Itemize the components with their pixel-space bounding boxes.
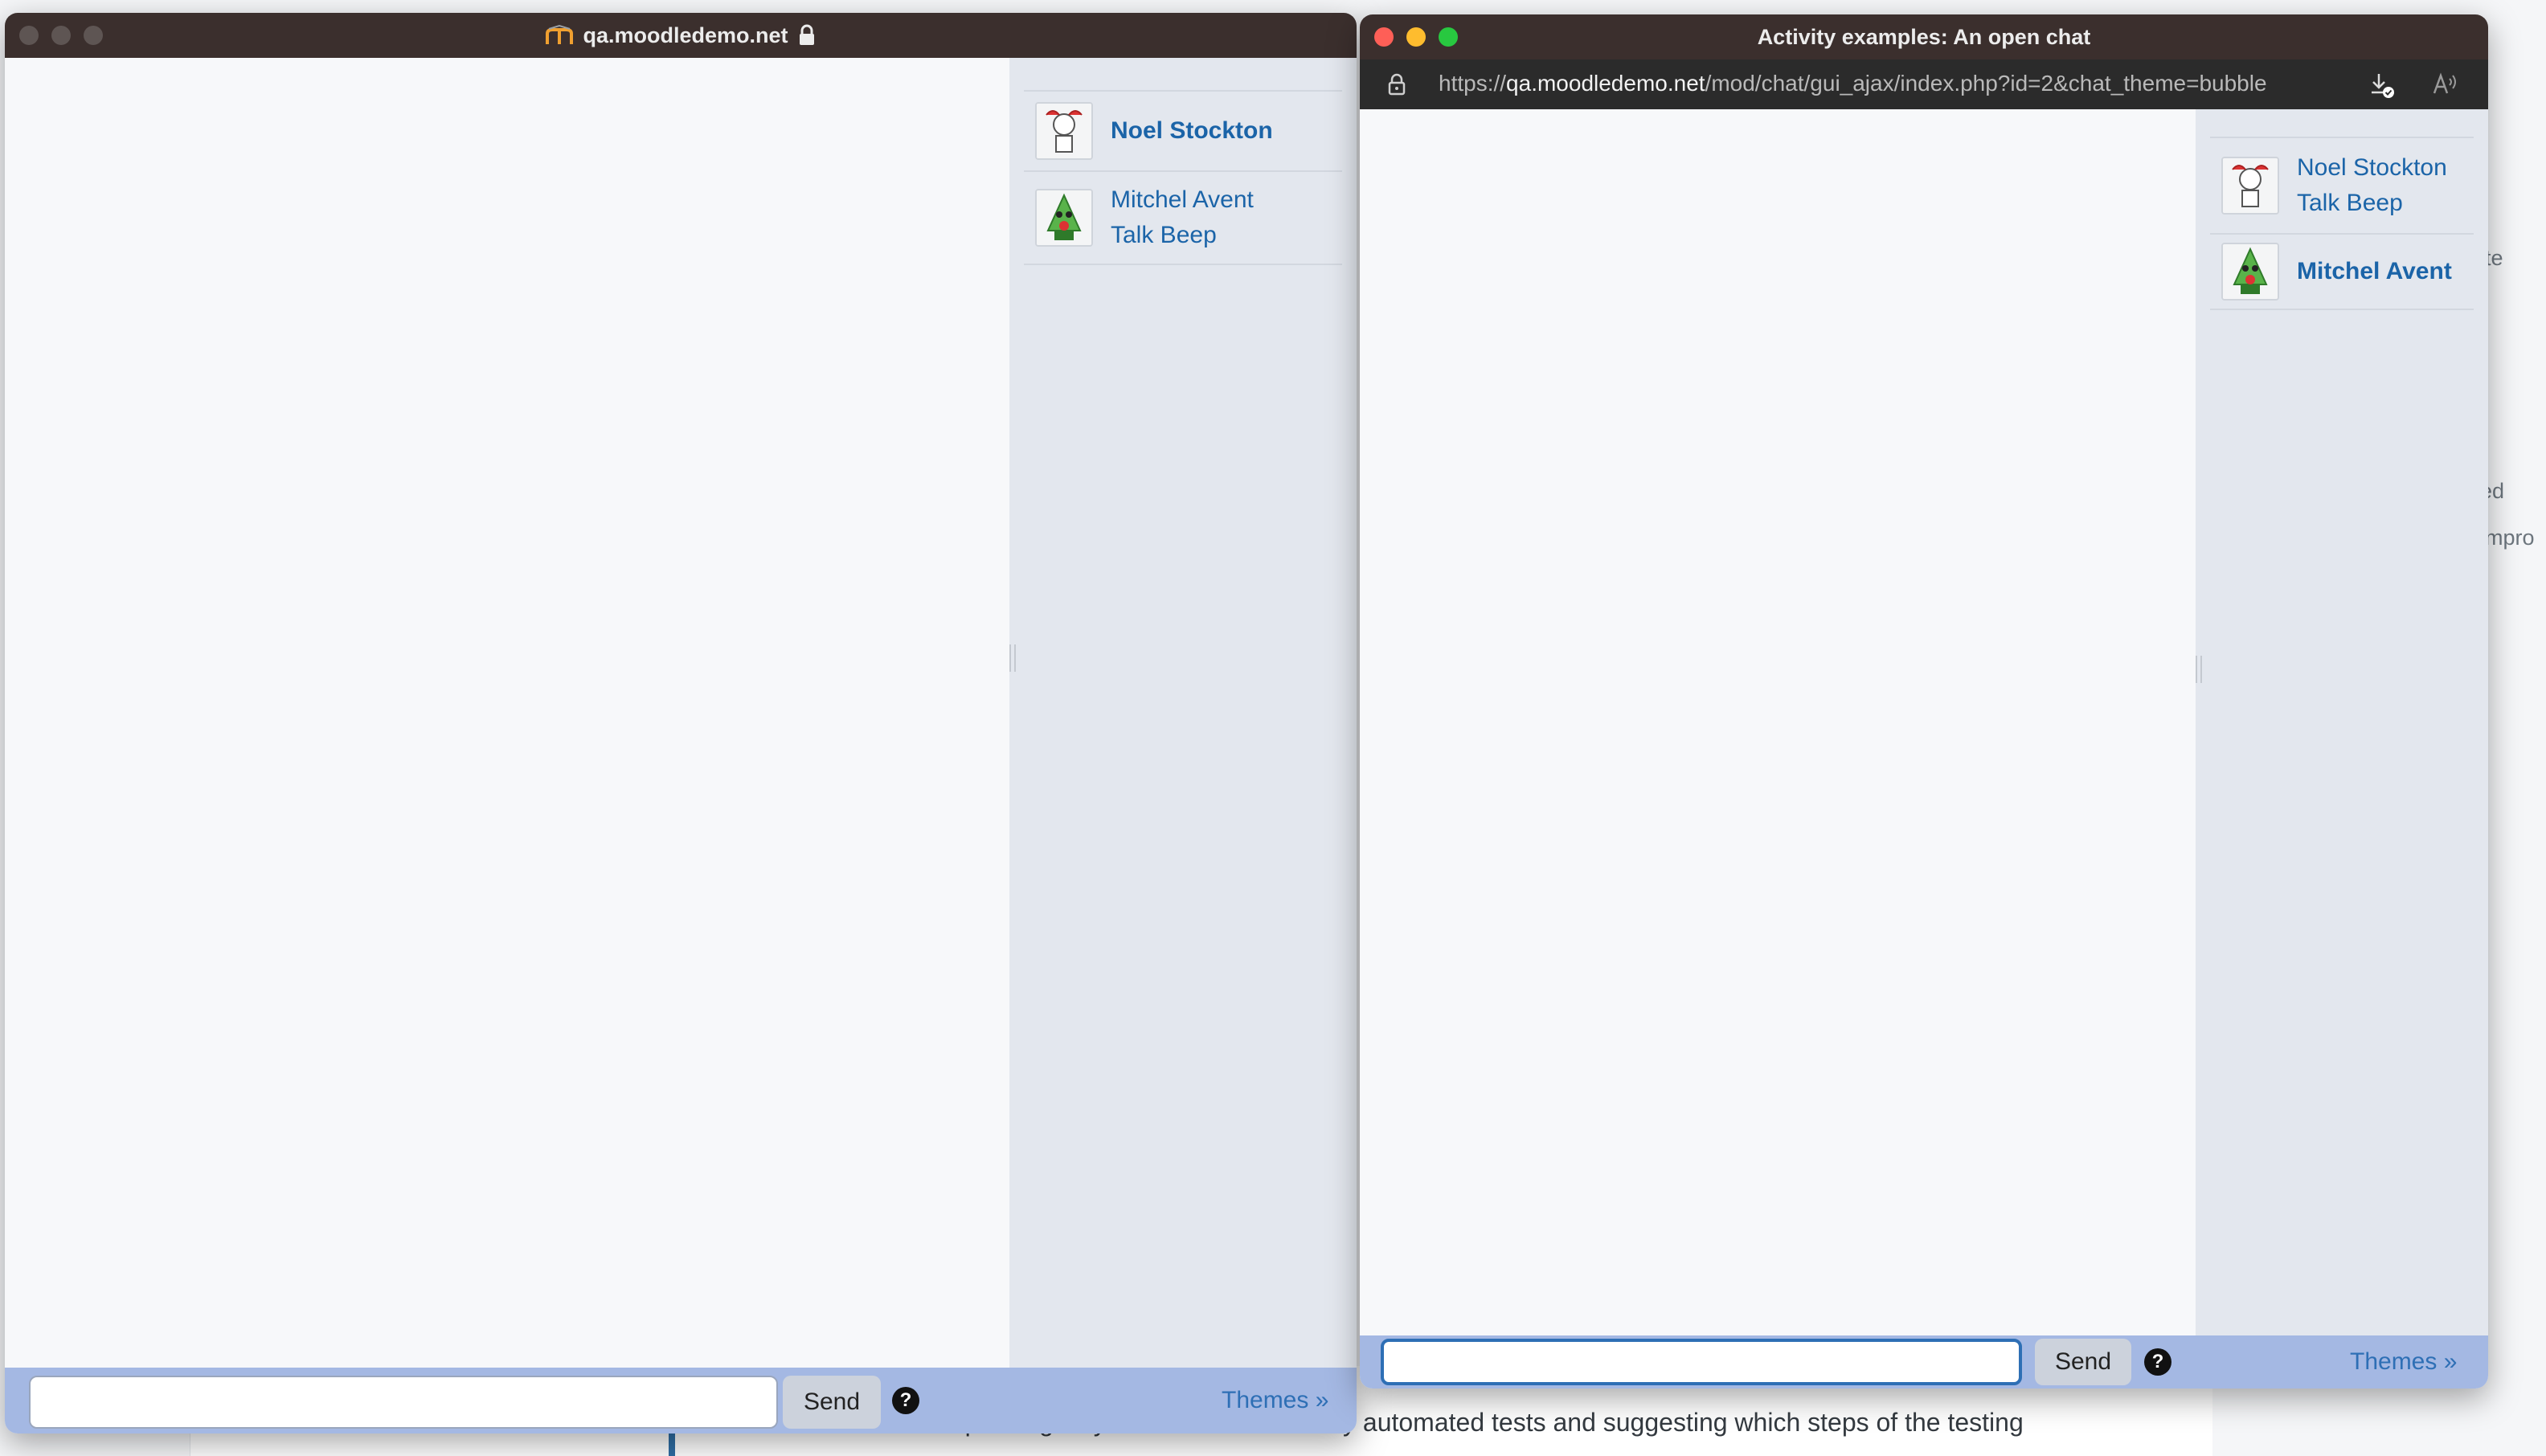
window-titlebar[interactable]: qa.moodledemo.net [5, 13, 1357, 58]
chat-messages-area [1360, 109, 2196, 1335]
user-list-panel: Noel Stockton Mitchel Avent Talk Beep [1009, 58, 1357, 1368]
send-button[interactable]: Send [2035, 1339, 2131, 1385]
user-list-panel: Noel Stockton Talk Beep Mitchel Avent [2196, 109, 2488, 1335]
chat-input-bar: Send ? Themes » [5, 1368, 1357, 1434]
user-name[interactable]: Mitchel Avent [1111, 182, 1254, 218]
themes-link[interactable]: Themes » [2350, 1348, 2457, 1376]
user-avatar [2221, 243, 2279, 301]
chat-window-right: Activity examples: An open chat https://… [1360, 14, 2488, 1389]
user-name[interactable]: Noel Stockton [2297, 150, 2447, 186]
talk-beep-link[interactable]: Talk Beep [1111, 218, 1254, 253]
moodle-logo-icon [546, 25, 574, 46]
help-icon[interactable]: ? [2144, 1348, 2171, 1376]
close-button[interactable] [1374, 27, 1394, 47]
user-item-mitchel-avent[interactable]: Mitchel Avent [2210, 235, 2474, 310]
user-avatar [1035, 102, 1093, 160]
lock-icon [798, 24, 816, 47]
user-item-mitchel-avent[interactable]: Mitchel Avent Talk Beep [1024, 172, 1342, 265]
user-avatar [1035, 189, 1093, 247]
window-titlebar[interactable]: Activity examples: An open chat [1360, 14, 2488, 59]
read-aloud-icon[interactable] [2432, 72, 2459, 96]
chat-window-left: qa.moodledemo.net Noel Stockton Mitchel … [5, 13, 1357, 1434]
traffic-lights [19, 13, 103, 58]
url-prefix: https:// [1439, 71, 1507, 96]
user-list: Noel Stockton Mitchel Avent Talk Beep [1024, 90, 1342, 265]
minimize-button[interactable] [1406, 27, 1426, 47]
user-name[interactable]: Noel Stockton [1111, 113, 1273, 149]
themes-link[interactable]: Themes » [1222, 1387, 1328, 1414]
message-input[interactable] [1381, 1339, 2022, 1385]
url-bar: https://qa.moodledemo.net/mod/chat/gui_a… [1360, 59, 2488, 109]
background-fragment: impro [2480, 526, 2535, 550]
chat-input-bar: Send ? Themes » [1360, 1335, 2488, 1389]
user-item-noel-stockton[interactable]: Noel Stockton Talk Beep [2210, 138, 2474, 235]
minimize-button[interactable] [51, 26, 71, 45]
user-list: Noel Stockton Talk Beep Mitchel Avent [2210, 137, 2474, 310]
help-icon[interactable]: ? [892, 1387, 919, 1414]
url-path: /mod/chat/gui_ajax/index.php?id=2&chat_t… [1705, 71, 2267, 96]
url-text[interactable]: https://qa.moodledemo.net/mod/chat/gui_a… [1439, 71, 2267, 96]
window-title: Activity examples: An open chat [1757, 24, 2091, 49]
panel-splitter-handle[interactable] [1009, 644, 1016, 672]
window-title: qa.moodledemo.net [583, 22, 788, 47]
talk-beep-link[interactable]: Talk Beep [2297, 186, 2447, 221]
panel-splitter-handle[interactable] [2196, 656, 2202, 683]
traffic-lights [1374, 14, 1458, 59]
user-avatar [2221, 157, 2279, 215]
user-name[interactable]: Mitchel Avent [2297, 254, 2452, 289]
url-host: qa.moodledemo.net [1506, 71, 1705, 96]
send-button[interactable]: Send [783, 1376, 881, 1429]
user-item-noel-stockton[interactable]: Noel Stockton [1024, 92, 1342, 172]
close-button[interactable] [19, 26, 39, 45]
zoom-button[interactable] [1439, 27, 1458, 47]
download-icon[interactable] [2368, 71, 2397, 100]
zoom-button[interactable] [84, 26, 103, 45]
chat-messages-area [5, 58, 1009, 1368]
message-input[interactable] [29, 1376, 778, 1429]
lock-icon [1387, 72, 1406, 96]
